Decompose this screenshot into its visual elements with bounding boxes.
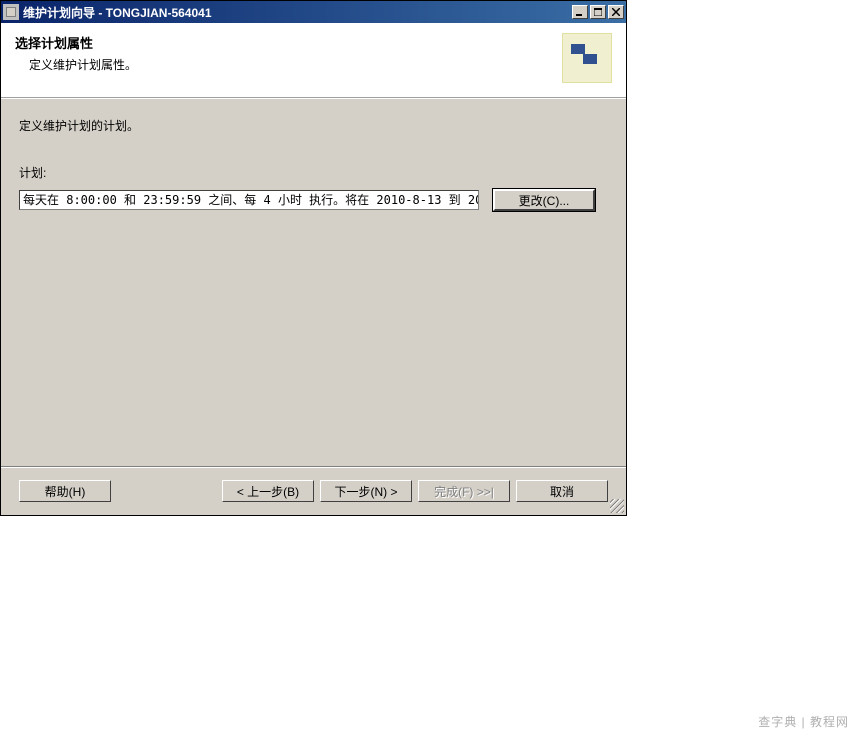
app-icon [3, 4, 19, 20]
plan-label: 计划: [19, 164, 608, 181]
plan-schedule-input[interactable]: 每天在 8:00:00 和 23:59:59 之间、每 4 小时 执行。将在 2… [19, 190, 479, 210]
window-controls [572, 5, 624, 19]
change-button[interactable]: 更改(C)... [493, 189, 595, 211]
help-button[interactable]: 帮助(H) [19, 480, 111, 502]
window-title: 维护计划向导 - TONGJIAN-564041 [23, 4, 572, 21]
wizard-content: 定义维护计划的计划。 计划: 每天在 8:00:00 和 23:59:59 之间… [1, 98, 626, 466]
cancel-button[interactable]: 取消 [516, 480, 608, 502]
plan-row: 每天在 8:00:00 和 23:59:59 之间、每 4 小时 执行。将在 2… [19, 189, 608, 211]
maximize-button[interactable] [590, 5, 606, 19]
minimize-button[interactable] [572, 5, 588, 19]
wizard-footer: 帮助(H) < 上一步(B) 下一步(N) > 完成(F) >>| 取消 [1, 467, 626, 515]
wizard-title: 选择计划属性 [15, 33, 562, 52]
back-button[interactable]: < 上一步(B) [222, 480, 314, 502]
wizard-header-text: 选择计划属性 定义维护计划属性。 [15, 33, 562, 73]
finish-button: 完成(F) >>| [418, 480, 510, 502]
titlebar: 维护计划向导 - TONGJIAN-564041 [1, 1, 626, 23]
wizard-header: 选择计划属性 定义维护计划属性。 [1, 23, 626, 98]
wizard-icon [562, 33, 612, 83]
watermark-text: 查字典 | 教程网 [758, 713, 849, 730]
next-button[interactable]: 下一步(N) > [320, 480, 412, 502]
content-description: 定义维护计划的计划。 [19, 117, 608, 134]
wizard-subtitle: 定义维护计划属性。 [15, 56, 562, 73]
wizard-window: 维护计划向导 - TONGJIAN-564041 选择计划属性 定义维护计划属性… [0, 0, 627, 516]
close-button[interactable] [608, 5, 624, 19]
resize-grip-icon[interactable] [610, 499, 624, 513]
